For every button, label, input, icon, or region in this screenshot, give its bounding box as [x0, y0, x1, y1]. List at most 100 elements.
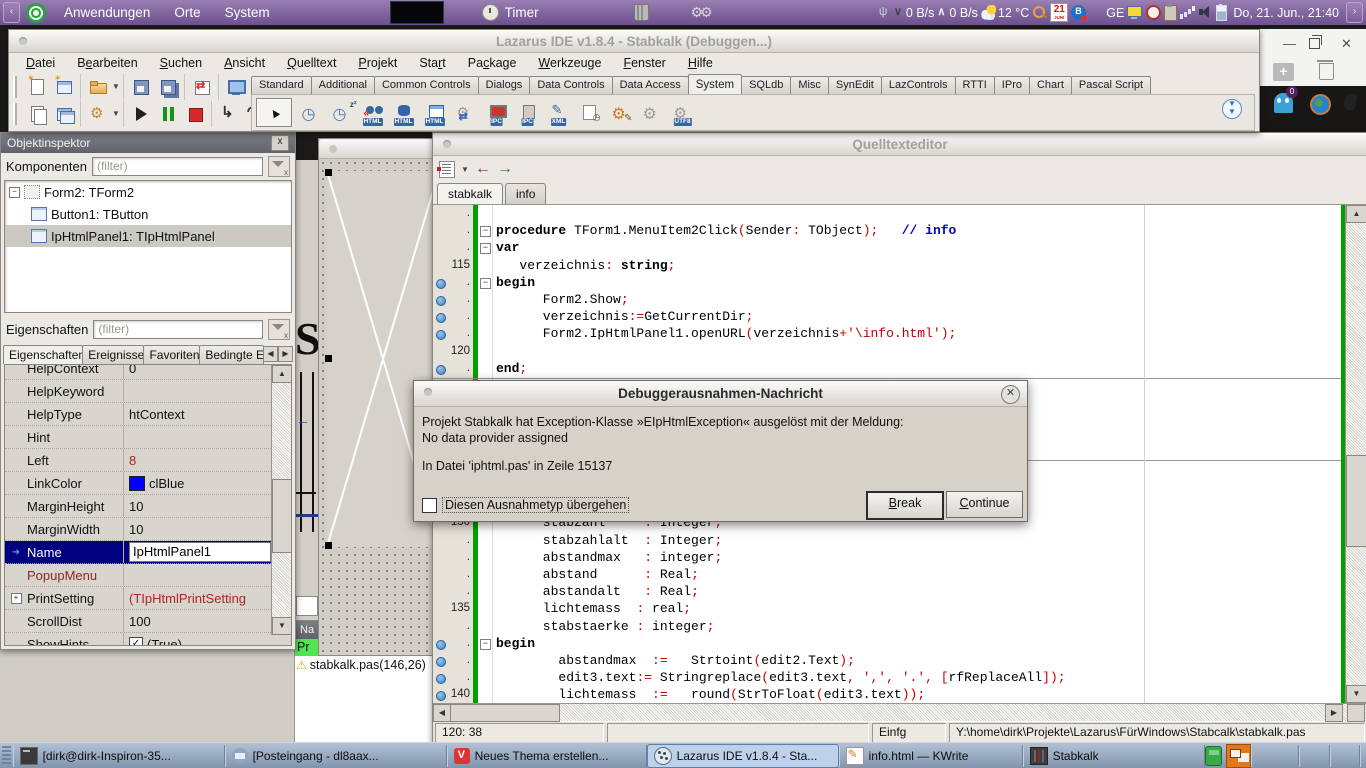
tray-volume[interactable] — [1198, 5, 1213, 20]
source-editor-titlebar[interactable]: Quelltexteditor — [433, 133, 1366, 156]
workspace-3[interactable] — [1299, 745, 1329, 767]
tray-network-signal[interactable] — [876, 5, 891, 20]
code-line[interactable]: . stabzahlalt : Integer; — [433, 532, 1346, 549]
close-icon[interactable]: ✕ — [1341, 36, 1352, 52]
scroll-corner[interactable] — [1347, 704, 1365, 722]
panel-clock[interactable]: Do, 21. Jun., 21:40 — [1233, 6, 1339, 20]
component-gear-sync-button[interactable] — [453, 100, 478, 126]
workspace-1-active[interactable] — [1226, 744, 1251, 768]
selection-cursor-button[interactable] — [256, 98, 292, 127]
panel-menu-system[interactable]: System — [225, 5, 270, 20]
palette-overflow-button[interactable]: ▼▼ — [1222, 99, 1242, 119]
messages-warning-row[interactable]: ⚠ stabkalk.pas(146,26) — [294, 656, 434, 674]
close-icon[interactable]: ✕ — [1001, 385, 1020, 404]
gnome-foot-icon[interactable] — [1344, 95, 1356, 110]
palette-tab-additional[interactable]: Additional — [311, 76, 375, 94]
prop-row-helptype[interactable]: HelpTypehtContext — [5, 403, 271, 426]
component-scheduler-button[interactable] — [577, 100, 602, 126]
gears-applet-icon[interactable]: ⚙⚙ — [691, 4, 710, 21]
menu-bearbeiten[interactable]: Bearbeiten — [68, 54, 146, 72]
selection-handle[interactable] — [325, 542, 332, 549]
ignore-exception-label[interactable]: Diesen Ausnahmetyp übergehen — [442, 497, 629, 513]
tab-scroll-right-icon[interactable]: ▶ — [278, 346, 293, 362]
component-page-html-button[interactable]: HTML — [422, 100, 447, 126]
component-tree[interactable]: −Form2: TForm2Button1: TButtonIpHtmlPane… — [4, 180, 292, 313]
save-button[interactable] — [128, 74, 154, 100]
tray-bluetooth[interactable] — [1071, 5, 1086, 20]
open-button[interactable] — [85, 74, 111, 100]
scroll-up-icon[interactable]: ▲ — [1346, 205, 1366, 223]
selection-handle[interactable] — [325, 169, 332, 176]
toolbar-grip[interactable] — [13, 103, 17, 125]
run-button[interactable] — [128, 101, 154, 127]
tray-green-icon[interactable] — [1205, 746, 1222, 766]
prop-row-showhints[interactable]: ShowHints✓(True) — [5, 633, 271, 646]
expand-icon[interactable]: + — [11, 593, 22, 604]
prop-row-name[interactable]: NameIpHtmlPanel1 — [5, 541, 271, 564]
trash-applet-icon[interactable] — [634, 4, 649, 21]
component-xml-config-button[interactable]: XML — [546, 100, 571, 126]
lazarus-titlebar[interactable]: Lazarus IDE v1.8.4 - Stabkalk (Debuggen.… — [9, 30, 1259, 53]
scrollbar-thumb[interactable] — [272, 479, 292, 553]
tray-arrow-up[interactable]: 0 B/s — [937, 5, 978, 20]
palette-tab-chart[interactable]: Chart — [1029, 76, 1072, 94]
chevron-down-icon[interactable]: ▼ — [112, 82, 120, 91]
editor-vscrollbar[interactable]: ▲ ▼ — [1345, 205, 1366, 703]
code-line[interactable]: . stabstaerke : integer; — [433, 618, 1346, 635]
new-form-button[interactable] — [51, 74, 77, 100]
tray-magnifier[interactable] — [1032, 5, 1047, 20]
palette-tab-lazcontrols[interactable]: LazControls — [881, 76, 956, 94]
jump-history-icon[interactable] — [439, 161, 455, 178]
workspace-4[interactable] — [1330, 745, 1360, 767]
palette-tab-ipro[interactable]: IPro — [994, 76, 1030, 94]
panel-expand-icon[interactable]: › — [1346, 2, 1363, 23]
ignore-exception-checkbox[interactable] — [422, 498, 437, 513]
editor-tab-stabkalk[interactable]: stabkalk — [437, 183, 503, 204]
code-line[interactable]: . abstandalt : Real; — [433, 583, 1346, 600]
code-line[interactable]: .begin — [433, 635, 1346, 652]
filter-funnel-icon[interactable] — [268, 319, 290, 340]
view-windows-button[interactable] — [223, 74, 249, 100]
panel-menu-anwendungen[interactable]: Anwendungen — [64, 5, 150, 20]
navigate-forward-icon[interactable]: → — [497, 161, 513, 177]
scroll-left-icon[interactable]: ◀ — [433, 704, 451, 722]
task-stabkalk[interactable]: Stabkalk — [1023, 745, 1205, 767]
properties-filter-input[interactable]: (filter) — [93, 320, 263, 339]
editor-tab-info[interactable]: info — [505, 183, 546, 204]
menu-quelltext[interactable]: Quelltext — [278, 54, 345, 72]
scrollbar-thumb[interactable] — [1346, 455, 1366, 547]
prop-row-marginwidth[interactable]: MarginWidth10 — [5, 518, 271, 541]
new-unit-button[interactable] — [24, 74, 50, 100]
component-gear-edit-button[interactable] — [608, 100, 633, 126]
palette-tab-sqldb[interactable]: SQLdb — [741, 76, 791, 94]
prop-row-printsetting[interactable]: +PrintSetting(TIpHtmlPrintSetting — [5, 587, 271, 610]
task-info-html-kwrite[interactable]: info.html — KWrite — [839, 745, 1023, 767]
dialog-titlebar[interactable]: Debuggerausnahmen-Nachricht ✕ — [414, 381, 1027, 407]
inspector-tab-bedingte-e[interactable]: Bedingte E — [199, 345, 264, 364]
palette-tab-data-controls[interactable]: Data Controls — [529, 76, 612, 94]
menu-werkzeuge[interactable]: Werkzeuge — [529, 54, 610, 72]
oi-tree-item-form2[interactable]: −Form2: TForm2 — [5, 181, 291, 203]
distro-logo-icon[interactable] — [26, 3, 46, 23]
taskbar-handle[interactable] — [2, 746, 11, 766]
scroll-right-icon[interactable]: ▶ — [1325, 704, 1343, 722]
code-line[interactable]: .procedure TForm1.MenuItem2Click(Sender:… — [433, 222, 1346, 239]
form-designer-titlebar[interactable] — [319, 139, 437, 159]
object-inspector-titlebar[interactable]: Objektinspektor x — [1, 133, 295, 153]
menu-projekt[interactable]: Projekt — [349, 54, 406, 72]
chevron-down-icon[interactable]: ▼ — [112, 109, 120, 118]
prop-row-popupmenu[interactable]: PopupMenu — [5, 564, 271, 587]
code-line[interactable]: . verzeichnis:=GetCurrentDir; — [433, 308, 1346, 325]
pause-button[interactable] — [155, 101, 181, 127]
component-idle-timer-button[interactable] — [329, 100, 354, 126]
palette-tab-data-access[interactable]: Data Access — [612, 76, 689, 94]
checkbox-icon[interactable]: ✓ — [129, 637, 143, 646]
component-db-html-button[interactable]: HTML — [391, 100, 416, 126]
prop-row-marginheight[interactable]: MarginHeight10 — [5, 495, 271, 518]
palette-tab-common-controls[interactable]: Common Controls — [374, 76, 479, 94]
scrollbar-thumb[interactable] — [450, 704, 560, 722]
component-binoculars-html-button[interactable]: HTML — [360, 100, 385, 126]
inspector-tab-eigenschaften[interactable]: Eigenschaften — [3, 345, 83, 364]
chevron-down-icon[interactable]: ▼ — [461, 165, 469, 174]
tray-keyboard-layout[interactable]: GE — [1089, 5, 1124, 20]
